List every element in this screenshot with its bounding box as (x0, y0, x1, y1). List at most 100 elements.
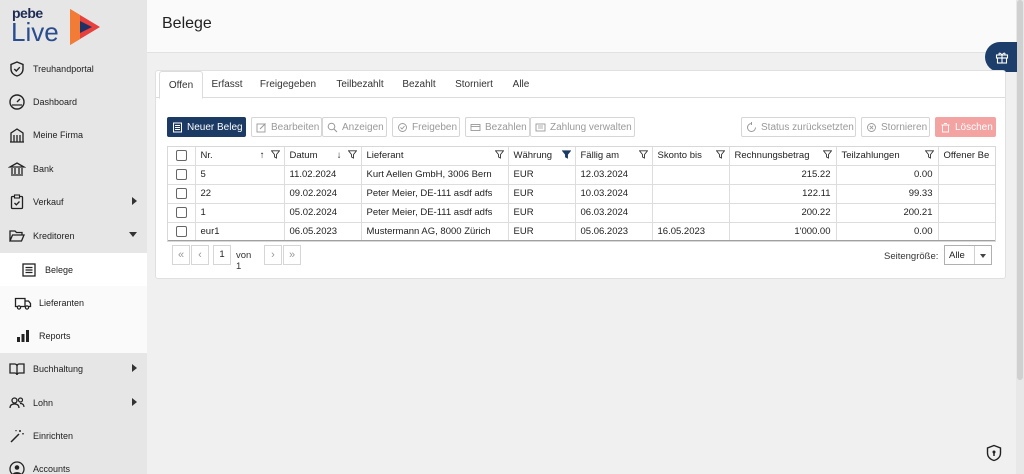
tab-alle[interactable]: Alle (508, 71, 534, 98)
filter-icon[interactable] (347, 150, 357, 159)
last-page-button[interactable]: » (283, 245, 301, 265)
delete-button[interactable]: Löschen (935, 117, 996, 137)
sidebar-item-kreditoren[interactable]: Kreditoren (0, 219, 147, 252)
row-checkbox[interactable] (175, 206, 187, 218)
sidebar-item-meine-firma[interactable]: Meine Firma (0, 118, 147, 151)
column-header-skonto-bis[interactable]: Skonto bis (652, 147, 730, 166)
column-header-label: Lieferant (366, 150, 404, 162)
column-header-faellig-am[interactable]: Fällig am (575, 147, 653, 166)
cell-lieferant: Mustermann AG, 8000 Zürich (361, 222, 509, 241)
cell-offener-betrag (938, 184, 995, 204)
cell-waehrung: EUR (508, 165, 576, 185)
filter-icon[interactable] (715, 150, 725, 159)
prev-page-button[interactable]: ‹ (191, 245, 209, 265)
sidebar-item-verkauf[interactable]: Verkauf (0, 185, 147, 218)
sidebar-item-reports[interactable]: Reports (0, 319, 147, 352)
pay-button[interactable]: Bezahlen (465, 117, 530, 137)
column-header-datum[interactable]: Datum ↓ (284, 147, 362, 166)
approve-label: Freigeben (412, 121, 458, 133)
new-beleg-label: Neuer Beleg (187, 121, 243, 133)
select-all-cell[interactable] (168, 147, 196, 166)
sidebar-item-accounts[interactable]: Accounts (0, 452, 147, 474)
sort-up-arrow-icon[interactable]: ↑ (260, 150, 265, 161)
shield-keyhole-icon[interactable] (985, 444, 1003, 462)
column-header-label: Fällig am (580, 150, 620, 162)
column-header-lieferant[interactable]: Lieferant (361, 147, 509, 166)
tab-storniert[interactable]: Storniert (448, 71, 500, 98)
row-select-cell[interactable] (168, 203, 196, 223)
column-header-waehrung[interactable]: Währung (508, 147, 576, 166)
sidebar-item-lieferanten[interactable]: Lieferanten (0, 286, 147, 319)
table-row[interactable]: 5 11.02.2024 Kurt Aellen GmbH, 3006 Bern… (168, 165, 995, 185)
row-select-cell[interactable] (168, 222, 196, 241)
cell-faellig-am: 05.06.2023 (575, 222, 653, 241)
cancel-button[interactable]: Stornieren (861, 117, 930, 137)
view-button[interactable]: Anzeigen (322, 117, 387, 137)
sidebar-item-belege[interactable]: Belege (0, 253, 147, 286)
pebe-live-logo[interactable]: pebe Live (11, 5, 111, 50)
cell-skonto-bis (652, 203, 730, 223)
tab-freigegeben[interactable]: Freigegeben (254, 71, 322, 98)
cell-lieferant: Kurt Aellen GmbH, 3006 Bern (361, 165, 509, 185)
sidebar-item-dashboard[interactable]: Dashboard (0, 85, 147, 118)
sidebar-item-label: Buchhaltung (33, 363, 84, 374)
bar-chart-icon (17, 330, 29, 342)
cell-datum: 11.02.2024 (284, 165, 362, 185)
row-select-cell[interactable] (168, 165, 196, 185)
column-header-offener-betrag[interactable]: Offener Be (938, 147, 995, 166)
approve-button[interactable]: Freigeben (392, 117, 460, 137)
row-checkbox[interactable] (175, 225, 187, 237)
edit-button[interactable]: Bearbeiten (251, 117, 322, 137)
filter-active-icon[interactable] (561, 150, 571, 159)
table-row[interactable]: 1 05.02.2024 Peter Meier, DE-111 asdf ad… (168, 203, 995, 223)
cell-datum: 05.02.2024 (284, 203, 362, 223)
reset-status-button[interactable]: Status zurücksetzten (741, 117, 856, 137)
page-scrollbar[interactable] (1016, 0, 1024, 474)
manage-payment-button[interactable]: Zahlung verwalten (530, 117, 635, 137)
row-checkbox[interactable] (175, 187, 187, 199)
cell-skonto-bis (652, 165, 730, 185)
sidebar-item-lohn[interactable]: Lohn (0, 386, 147, 419)
filter-icon[interactable] (494, 150, 504, 159)
filter-icon[interactable] (638, 150, 648, 159)
select-all-checkbox[interactable] (175, 150, 187, 162)
sidebar-item-buchhaltung[interactable]: Buchhaltung (0, 352, 147, 385)
user-circle-icon (9, 461, 25, 474)
scrollbar-thumb[interactable] (1017, 0, 1023, 380)
manage-payment-label: Zahlung verwalten (550, 121, 632, 133)
filter-icon[interactable] (822, 150, 832, 159)
sidebar-item-treuhandportal[interactable]: Treuhandportal (0, 52, 147, 85)
tab-bezahlt[interactable]: Bezahlt (398, 71, 440, 98)
tab-erfasst[interactable]: Erfasst (207, 71, 247, 98)
page-number-input[interactable]: 1 (213, 245, 231, 265)
row-checkbox[interactable] (175, 168, 187, 180)
tab-offen[interactable]: Offen (159, 71, 203, 99)
column-header-nr[interactable]: Nr. ↑ (195, 147, 285, 166)
table-row[interactable]: eur1 06.05.2023 Mustermann AG, 8000 Züri… (168, 222, 995, 241)
column-header-teilzahlungen[interactable]: Teilzahlungen (836, 147, 939, 166)
cell-offener-betrag (938, 165, 995, 185)
next-page-button[interactable]: › (264, 245, 282, 265)
sidebar-item-label: Kreditoren (33, 230, 75, 241)
sidebar-item-bank[interactable]: Bank (0, 152, 147, 185)
sort-down-arrow-icon[interactable]: ↓ (337, 150, 342, 161)
delete-label: Löschen (955, 121, 993, 133)
double-chevron-left-icon: « (177, 249, 185, 261)
cell-teilzahlungen: 200.21 (836, 203, 939, 223)
filter-icon[interactable] (270, 150, 280, 159)
page-size-select[interactable]: Alle (944, 245, 992, 265)
cancel-label: Stornieren (881, 121, 928, 133)
sidebar-item-einrichten[interactable]: Einrichten (0, 419, 147, 452)
table-row[interactable]: 22 09.02.2024 Peter Meier, DE-111 asdf a… (168, 184, 995, 204)
gift-button[interactable] (985, 42, 1017, 72)
dropdown-arrow-icon[interactable] (974, 246, 991, 264)
filter-icon[interactable] (924, 150, 934, 159)
row-select-cell[interactable] (168, 184, 196, 204)
shield-check-icon (10, 61, 24, 77)
sidebar-item-label: Dashboard (33, 96, 78, 107)
tab-teilbezahlt[interactable]: Teilbezahlt (330, 71, 390, 98)
new-beleg-button[interactable]: Neuer Beleg (167, 117, 246, 137)
first-page-button[interactable]: « (172, 245, 190, 265)
cell-rechnungsbetrag: 1'000.00 (729, 222, 837, 241)
column-header-rechnungsbetrag[interactable]: Rechnungsbetrag (729, 147, 837, 166)
